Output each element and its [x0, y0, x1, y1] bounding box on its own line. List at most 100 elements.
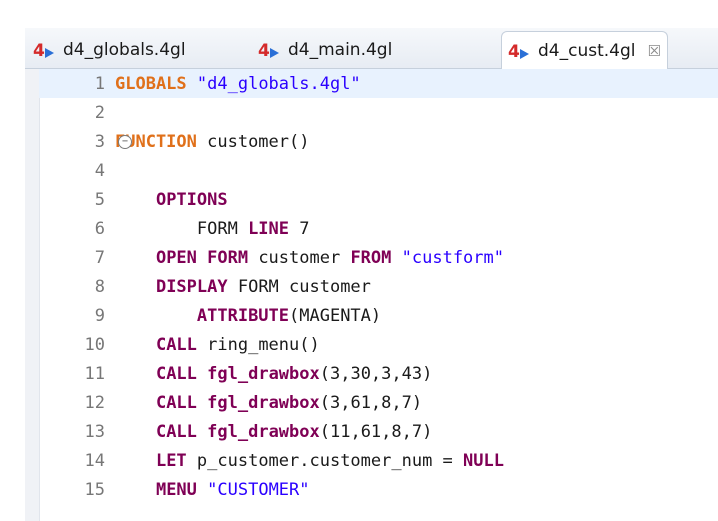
line-number: 2	[94, 102, 105, 123]
code-token: FORM	[115, 218, 249, 239]
line-number: 3	[94, 131, 105, 152]
line-number: 1	[94, 73, 105, 94]
code-token-str: "CUSTOMER"	[207, 479, 310, 500]
svg-text:4: 4	[33, 41, 45, 61]
line-number: 4	[94, 160, 105, 181]
code-line[interactable]: 13 CALL fgl_drawbox(11,61,8,7)	[39, 417, 718, 446]
code-token-kw: NULL	[463, 450, 504, 471]
tab-d4-globals[interactable]: 4 d4_globals.4gl	[33, 34, 186, 66]
code-token-kw: CALL	[155, 363, 197, 384]
code-token: customer	[248, 247, 351, 268]
code-line[interactable]: 2	[39, 98, 718, 127]
code-token-kw: ATTRIBUTE	[196, 305, 290, 326]
code-token: (3,30,3,43)	[319, 363, 433, 384]
line-number: 8	[94, 276, 105, 297]
code-line[interactable]: 11 CALL fgl_drawbox(3,30,3,43)	[39, 359, 718, 388]
code-token-kw: FROM	[350, 247, 392, 268]
code-token-kw: OPTIONS	[155, 189, 228, 210]
code-line[interactable]: 14 LET p_customer.customer_num = NULL	[39, 446, 718, 475]
code-token-kw: LINE	[248, 218, 290, 239]
code-token-kw: DISPLAY	[155, 276, 228, 297]
code-token: 7	[289, 218, 310, 239]
editor-window: 4 d4_globals.4gl 4 d4_main.4gl 4 d4_cust…	[0, 0, 718, 521]
code-line[interactable]: 9 ATTRIBUTE(MAGENTA)	[39, 301, 718, 330]
code-token: (MAGENTA)	[289, 305, 382, 326]
editor-ruler	[25, 69, 40, 521]
code-token: (3,61,8,7)	[319, 392, 423, 413]
code-token: ring_menu()	[196, 334, 320, 355]
code-line[interactable]: 12 CALL fgl_drawbox(3,61,8,7)	[39, 388, 718, 417]
code-token: FORM customer	[227, 276, 371, 297]
code-token: customer()	[196, 131, 310, 152]
code-line[interactable]: 1 GLOBALS "d4_globals.4gl"	[39, 69, 718, 98]
code-token-kw: CALL	[155, 334, 197, 355]
line-number: 13	[84, 421, 105, 442]
code-text: CALL ring_menu()	[115, 335, 320, 355]
editor-tab-bar: 4 d4_globals.4gl 4 d4_main.4gl 4 d4_cust…	[25, 28, 718, 69]
svg-text:4: 4	[508, 42, 520, 62]
line-number: 11	[84, 363, 105, 384]
line-number: 7	[94, 247, 105, 268]
line-number: 5	[94, 189, 105, 210]
code-line[interactable]: 5 OPTIONS	[39, 185, 718, 214]
tab-label: d4_cust.4gl	[538, 40, 636, 61]
code-text: CALL fgl_drawbox(3,61,8,7)	[115, 393, 422, 413]
code-editor[interactable]: 1 GLOBALS "d4_globals.4gl" 2 3− FUNCTION cus…	[25, 69, 718, 521]
code-token-kw-orange: GLOBALS	[115, 73, 187, 94]
4gl-file-icon: 4	[258, 41, 279, 61]
code-token-kw: fgl_drawbox	[207, 421, 320, 442]
line-number: 9	[94, 305, 105, 326]
code-line[interactable]: 3− FUNCTION customer()	[39, 127, 718, 156]
code-text: DISPLAY FORM customer	[115, 277, 371, 297]
code-text: FUNCTION customer()	[115, 132, 309, 152]
code-line[interactable]: 8 DISPLAY FORM customer	[39, 272, 718, 301]
code-line[interactable]: 15 MENU "CUSTOMER"	[39, 475, 718, 504]
tab-label: d4_globals.4gl	[63, 40, 186, 60]
line-number: 14	[84, 450, 105, 471]
code-token-kw: LET	[155, 450, 187, 471]
code-text: MENU "CUSTOMER"	[115, 480, 310, 500]
code-line[interactable]: 10 CALL ring_menu()	[39, 330, 718, 359]
line-number: 15	[84, 479, 105, 500]
close-icon[interactable]: ☒	[647, 42, 660, 60]
line-number: 10	[84, 334, 105, 355]
code-token: p_customer.customer_num =	[186, 450, 464, 471]
line-number: 6	[94, 218, 105, 239]
code-text: OPEN FORM customer FROM "custform"	[115, 248, 504, 268]
code-token-kw: fgl_drawbox	[207, 363, 320, 384]
tab-d4-main[interactable]: 4 d4_main.4gl	[258, 34, 392, 66]
code-line[interactable]: 6 FORM LINE 7	[39, 214, 718, 243]
code-text: CALL fgl_drawbox(11,61,8,7)	[115, 422, 432, 442]
fold-toggle-icon[interactable]: −	[118, 134, 132, 149]
code-token-kw: fgl_drawbox	[207, 392, 320, 413]
tab-d4-cust[interactable]: 4 d4_cust.4gl ☒	[501, 31, 668, 69]
code-token-str: "custform"	[401, 247, 504, 268]
4gl-file-icon: 4	[33, 41, 54, 61]
code-token-kw: CALL	[155, 392, 197, 413]
svg-text:4: 4	[258, 41, 270, 61]
code-token-kw: CALL	[155, 421, 197, 442]
code-text: FORM LINE 7	[115, 219, 310, 239]
4gl-file-icon: 4	[508, 42, 529, 62]
code-text: ATTRIBUTE(MAGENTA)	[115, 306, 381, 326]
code-token-kw: OPEN FORM	[155, 247, 249, 268]
code-token-str: "d4_globals.4gl"	[196, 73, 361, 94]
code-line[interactable]: 7 OPEN FORM customer FROM "custform"	[39, 243, 718, 272]
code-line[interactable]: 4	[39, 156, 718, 185]
code-text: CALL fgl_drawbox(3,30,3,43)	[115, 364, 432, 384]
